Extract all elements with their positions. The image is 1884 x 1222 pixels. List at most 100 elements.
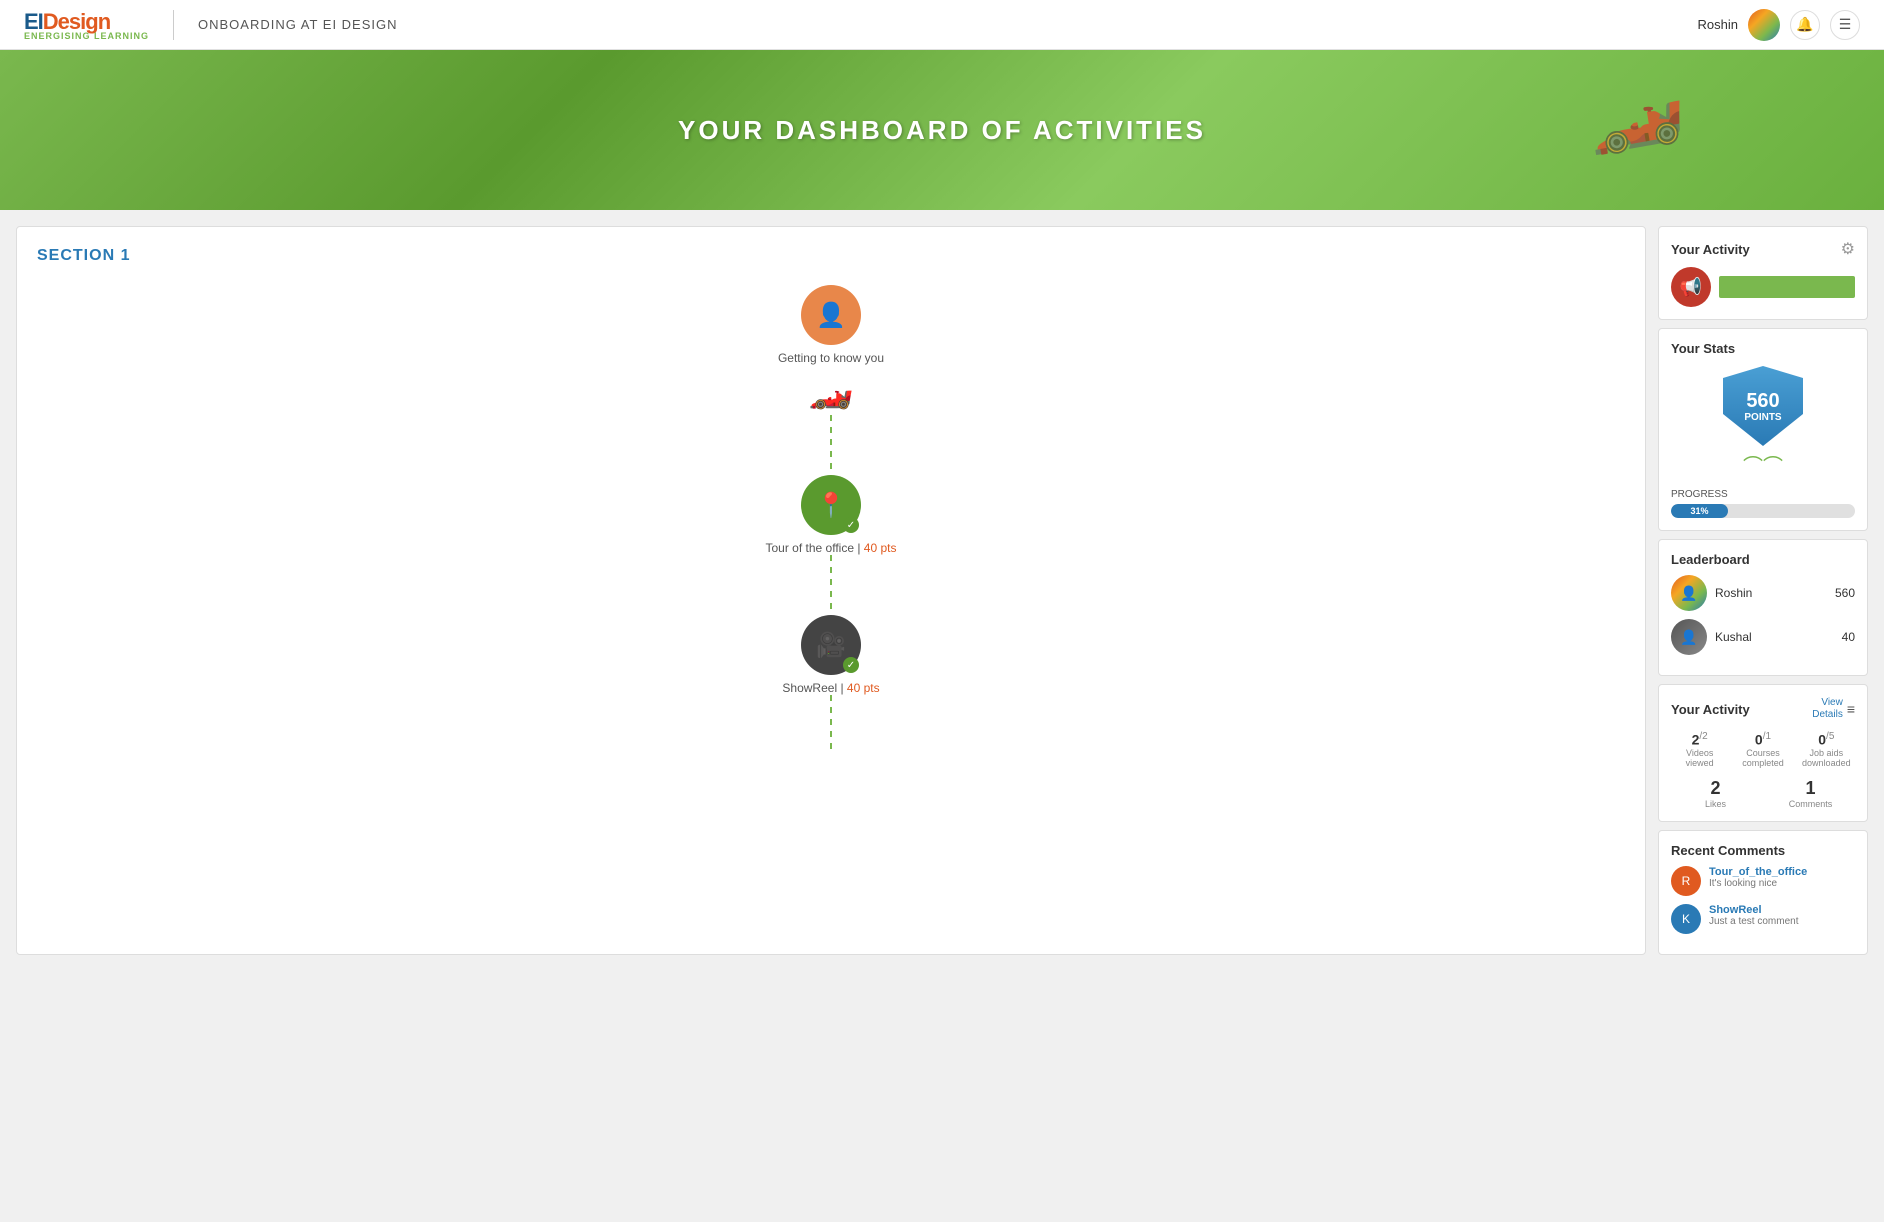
ya-stat-jobaid-value: 0/5 bbox=[1798, 731, 1855, 748]
rc-comment-2: Just a test comment bbox=[1709, 916, 1798, 927]
timeline-node-1: 👤 bbox=[801, 285, 861, 345]
lb-avatar-roshin: 👤 bbox=[1671, 575, 1707, 611]
activity-top-card: Your Activity ⚙ 📢 bbox=[1658, 226, 1868, 320]
shield-decoration: ⌒⌒ bbox=[1743, 450, 1783, 479]
ya-stat-comments-label: Comments bbox=[1766, 799, 1855, 809]
left-panel: SECTION 1 👤 Getting to know you 🏎️ 📍 ✓ bbox=[16, 226, 1646, 955]
ya-stat-likes-label: Likes bbox=[1671, 799, 1760, 809]
bell-icon[interactable]: 🔔 bbox=[1790, 10, 1820, 40]
camera-icon: 🎥 bbox=[816, 631, 846, 660]
timeline-item-showreel[interactable]: 🎥 ✓ ShowReel | 40 pts bbox=[782, 615, 879, 695]
ya-stat-courses-value: 0/1 bbox=[1734, 731, 1791, 748]
rc-link-2[interactable]: ShowReel bbox=[1709, 904, 1798, 916]
lb-name-kushal: Kushal bbox=[1715, 630, 1834, 644]
checkmark-icon-2: ✓ bbox=[843, 657, 859, 673]
hero-car-icon: 🏎️ bbox=[1577, 52, 1691, 162]
section-title: SECTION 1 bbox=[37, 247, 1625, 265]
rc-avatar-2: K bbox=[1671, 904, 1701, 934]
timeline-item-getting-to-know-you[interactable]: 👤 Getting to know you bbox=[778, 285, 884, 365]
stats-card: Your Stats 560 POINTS ⌒⌒ PROGRESS 31% bbox=[1658, 328, 1868, 531]
rc-row-2: K ShowReel Just a test comment bbox=[1671, 904, 1855, 934]
ya-header: Your Activity ViewDetails ≡ bbox=[1671, 697, 1855, 721]
header: EIDesign ENERGISING LEARNING ONBOARDING … bbox=[0, 0, 1884, 50]
timeline-node-3: 🎥 ✓ bbox=[801, 615, 861, 675]
menu-icon[interactable]: ☰ bbox=[1830, 10, 1860, 40]
header-right: Roshin 🔔 ☰ bbox=[1698, 9, 1860, 41]
checkmark-icon: ✓ bbox=[843, 517, 859, 533]
right-panel: Your Activity ⚙ 📢 Your Stats 560 POINTS … bbox=[1658, 226, 1868, 955]
your-activity-bottom-card: Your Activity ViewDetails ≡ 2/2 Videosvi… bbox=[1658, 684, 1868, 822]
main-content: SECTION 1 👤 Getting to know you 🏎️ 📍 ✓ bbox=[0, 210, 1884, 971]
progress-bar-fill: 31% bbox=[1671, 504, 1728, 518]
megaphone-icon: 📢 bbox=[1671, 267, 1711, 307]
showreel-pts: 40 pts bbox=[847, 681, 880, 695]
header-left: EIDesign ENERGISING LEARNING ONBOARDING … bbox=[24, 9, 398, 41]
ya-stat-jobaid-label: Job aidsdownloaded bbox=[1798, 748, 1855, 768]
ya-stat-videos-label: Videosviewed bbox=[1671, 748, 1728, 768]
ya-stat-likes: 2 Likes bbox=[1671, 778, 1760, 809]
stats-title: Your Stats bbox=[1671, 341, 1855, 356]
logo-design: Design bbox=[43, 9, 110, 34]
header-username: Roshin bbox=[1698, 17, 1738, 32]
leaderboard-title: Leaderboard bbox=[1671, 552, 1855, 567]
logo: EIDesign ENERGISING LEARNING bbox=[24, 9, 149, 41]
activity-bar-row: 📢 bbox=[1671, 267, 1855, 307]
lb-row-roshin: 👤 Roshin 560 bbox=[1671, 575, 1855, 611]
timeline-node-2: 📍 ✓ bbox=[801, 475, 861, 535]
progress-bar-background: 31% bbox=[1671, 504, 1855, 518]
rc-row-1: R Tour_of_the_office It's looking nice bbox=[1671, 866, 1855, 896]
points-shield: 560 POINTS bbox=[1723, 366, 1803, 446]
rc-comment-1: It's looking nice bbox=[1709, 878, 1807, 889]
logo-subtitle: ENERGISING LEARNING bbox=[24, 31, 149, 41]
ya-stat-comments: 1 Comments bbox=[1766, 778, 1855, 809]
ya-stat-courses: 0/1 Coursescompleted bbox=[1734, 731, 1791, 768]
timeline-item-tour[interactable]: 📍 ✓ Tour of the office | 40 pts bbox=[766, 475, 897, 555]
ya-stat-jobaid: 0/5 Job aidsdownloaded bbox=[1798, 731, 1855, 768]
timeline: 👤 Getting to know you 🏎️ 📍 ✓ Tour of the… bbox=[37, 285, 1625, 755]
progress-label: PROGRESS bbox=[1671, 489, 1855, 500]
ya-stats-grid2: 2 Likes 1 Comments bbox=[1671, 778, 1855, 809]
activity-green-bar bbox=[1719, 276, 1855, 298]
header-title: ONBOARDING AT EI DESIGN bbox=[198, 17, 398, 32]
recent-comments-title: Recent Comments bbox=[1671, 843, 1855, 858]
activity-top-header: Your Activity ⚙ bbox=[1671, 239, 1855, 259]
ya-stat-likes-value: 2 bbox=[1671, 778, 1760, 799]
timeline-connector-3 bbox=[830, 695, 832, 755]
recent-comments-card: Recent Comments R Tour_of_the_office It'… bbox=[1658, 830, 1868, 955]
tour-pts: 40 pts bbox=[864, 541, 897, 555]
rc-content-1: Tour_of_the_office It's looking nice bbox=[1709, 866, 1807, 889]
rc-link-1[interactable]: Tour_of_the_office bbox=[1709, 866, 1807, 878]
lb-score-kushal: 40 bbox=[1842, 630, 1855, 644]
timeline-label-2: Tour of the office | 40 pts bbox=[766, 541, 897, 555]
points-value: 560 bbox=[1746, 390, 1779, 412]
person-icon: 👤 bbox=[816, 301, 846, 330]
logo-ei: EI bbox=[24, 9, 43, 34]
gear-icon[interactable]: ⚙ bbox=[1841, 239, 1855, 259]
lb-row-kushal: 👤 Kushal 40 bbox=[1671, 619, 1855, 655]
hero-title: YOUR DASHBOARD OF ACTIVITIES bbox=[678, 115, 1206, 146]
timeline-connector-1 bbox=[830, 415, 832, 475]
list-icon[interactable]: ≡ bbox=[1847, 701, 1855, 717]
ya-stat-comments-value: 1 bbox=[1766, 778, 1855, 799]
header-divider bbox=[173, 10, 174, 40]
leaderboard-card: Leaderboard 👤 Roshin 560 👤 Kushal 40 bbox=[1658, 539, 1868, 676]
view-details-link[interactable]: ViewDetails bbox=[1812, 697, 1843, 721]
lb-avatar-kushal: 👤 bbox=[1671, 619, 1707, 655]
ya-stat-videos-value: 2/2 bbox=[1671, 731, 1728, 748]
hero-banner: YOUR DASHBOARD OF ACTIVITIES 🏎️ bbox=[0, 50, 1884, 210]
timeline-label-3: ShowReel | 40 pts bbox=[782, 681, 879, 695]
progress-bar-text: 31% bbox=[1691, 506, 1709, 516]
ya-title: Your Activity bbox=[1671, 702, 1750, 717]
avatar bbox=[1748, 9, 1780, 41]
rc-content-2: ShowReel Just a test comment bbox=[1709, 904, 1798, 927]
activity-top-title: Your Activity bbox=[1671, 242, 1750, 257]
timeline-label-1: Getting to know you bbox=[778, 351, 884, 365]
map-pin-icon: 📍 bbox=[816, 491, 846, 520]
rc-avatar-1: R bbox=[1671, 866, 1701, 896]
ya-stats-grid: 2/2 Videosviewed 0/1 Coursescompleted 0/… bbox=[1671, 731, 1855, 768]
ya-stat-videos: 2/2 Videosviewed bbox=[1671, 731, 1728, 768]
lb-score-roshin: 560 bbox=[1835, 586, 1855, 600]
timeline-car: 🏎️ bbox=[809, 369, 854, 411]
points-label: POINTS bbox=[1744, 412, 1781, 423]
lb-name-roshin: Roshin bbox=[1715, 586, 1827, 600]
